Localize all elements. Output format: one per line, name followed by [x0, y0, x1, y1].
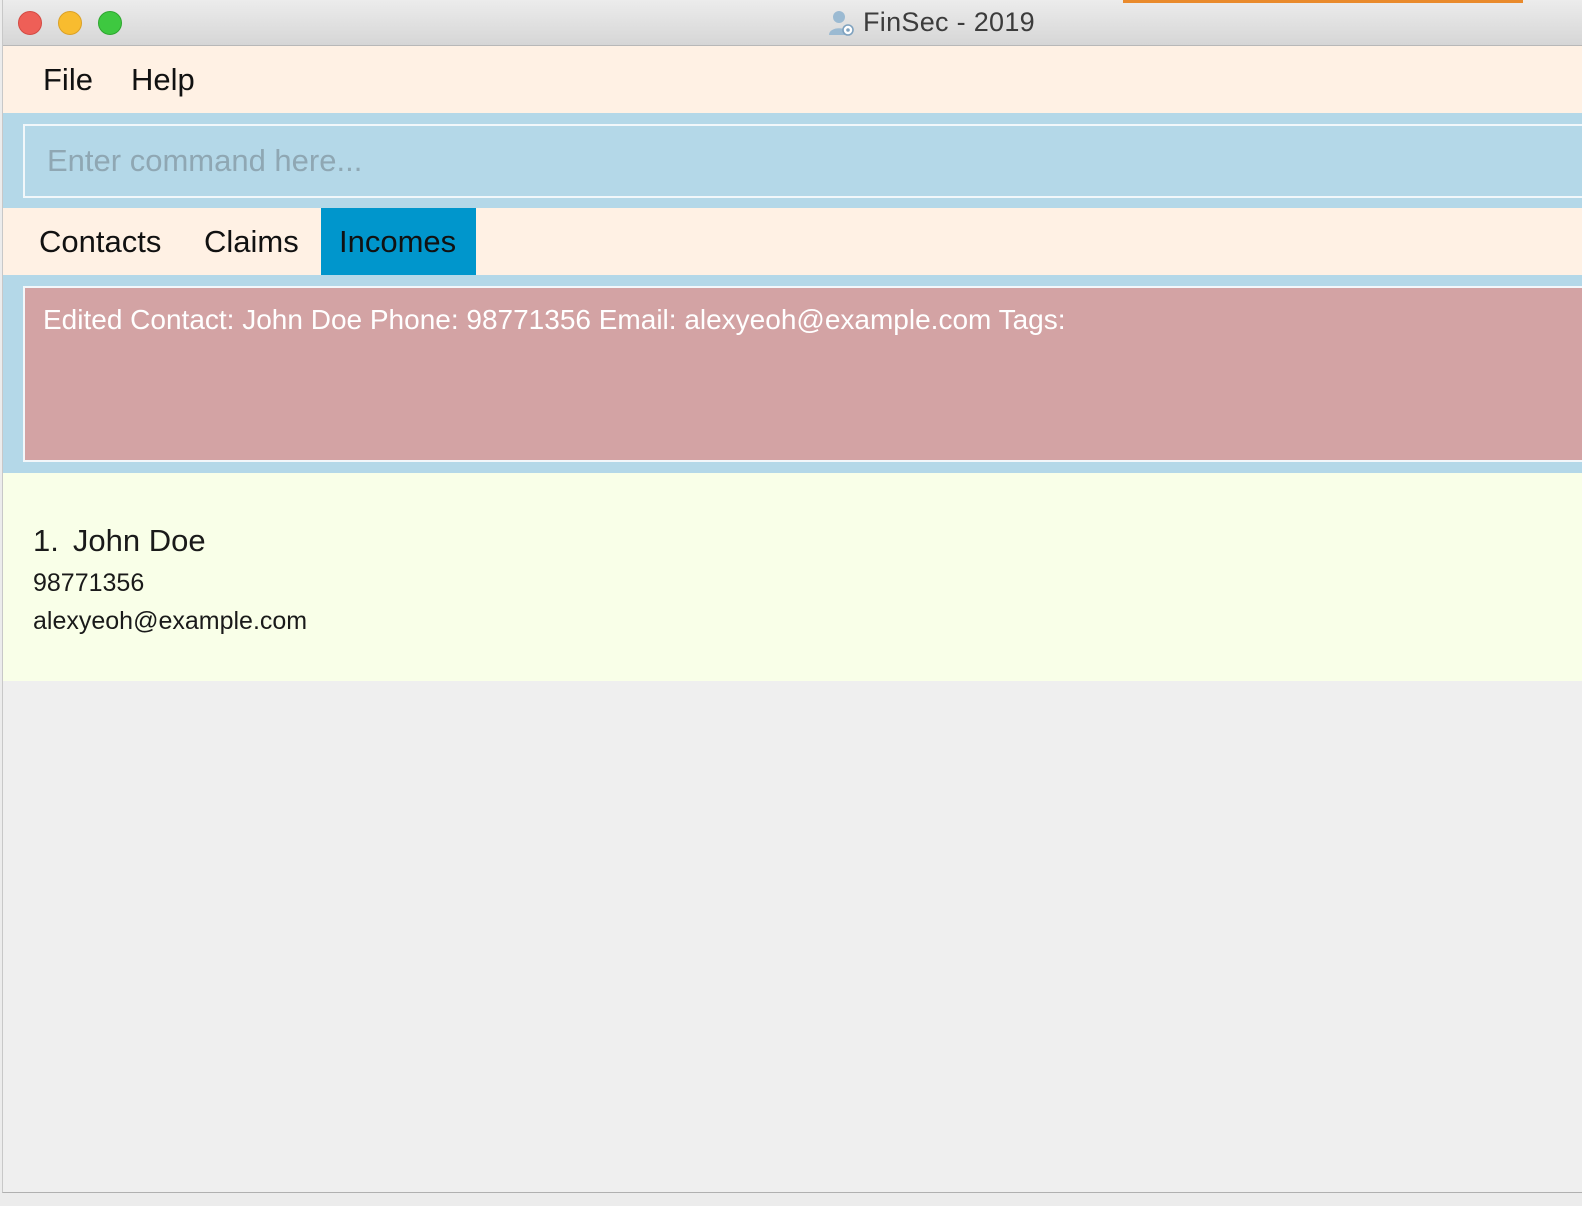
result-message: Edited Contact: John Doe Phone: 98771356…	[23, 286, 1582, 462]
window-title: FinSec - 2019	[863, 7, 1035, 37]
contact-list: 1. John Doe 98771356 alexyeoh@example.co…	[3, 473, 1582, 681]
tab-claims[interactable]: Claims	[186, 208, 317, 275]
list-item[interactable]: 1. John Doe 98771356 alexyeoh@example.co…	[33, 519, 307, 639]
user-gear-icon	[829, 10, 854, 36]
tab-contacts[interactable]: Contacts	[21, 208, 179, 275]
card-phone: 98771356	[33, 569, 145, 597]
title-bar: FinSec - 2019	[3, 0, 1582, 46]
empty-panel	[3, 681, 1582, 1192]
command-input[interactable]	[23, 124, 1582, 198]
window-title-group: FinSec - 2019	[3, 0, 1582, 45]
tab-incomes[interactable]: Incomes	[321, 208, 476, 275]
app-window: FinSec - 2019 File Help Contacts Claims …	[2, 0, 1582, 1193]
tab-incomes-label: Incomes	[339, 223, 457, 259]
card-title: 1. John Doe	[33, 519, 307, 563]
card-index: 1.	[33, 523, 59, 558]
tab-contacts-label: Contacts	[39, 223, 162, 259]
menu-help[interactable]: Help	[127, 62, 199, 98]
tab-bar: Contacts Claims Incomes	[3, 208, 1582, 275]
card-name: John Doe	[72, 523, 206, 558]
result-display-area: Edited Contact: John Doe Phone: 98771356…	[3, 275, 1582, 473]
menu-bar: File Help	[3, 46, 1582, 113]
card-email: alexyeoh@example.com	[33, 607, 308, 635]
menu-file[interactable]: File	[39, 62, 97, 98]
command-box-area	[3, 113, 1582, 208]
tab-claims-label: Claims	[204, 223, 299, 259]
